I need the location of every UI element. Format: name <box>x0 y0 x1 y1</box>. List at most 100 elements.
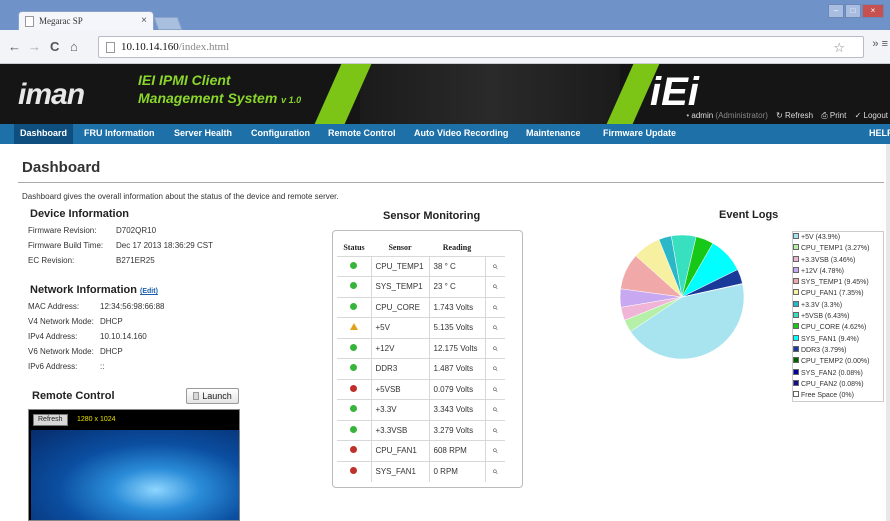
sensor-status-cell <box>337 399 371 420</box>
nav-help[interactable]: HELP <box>869 128 890 138</box>
launch-button[interactable]: Launch <box>186 388 239 404</box>
sensor-name: +12V <box>370 337 429 359</box>
column-header <box>485 239 505 256</box>
preview-refresh-button[interactable]: Refresh <box>33 414 68 426</box>
window-controls: – □ × <box>828 4 884 18</box>
nav-configuration[interactable]: Configuration <box>251 128 310 138</box>
close-tab-icon[interactable]: × <box>141 15 147 26</box>
page-description: Dashboard gives the overall information … <box>22 192 339 201</box>
sensor-reading: 23 ° C <box>428 276 485 297</box>
banner-decoration <box>360 64 620 124</box>
bookmark-star-icon[interactable]: ☆ <box>833 40 845 56</box>
print-link[interactable]: ⎙ Print <box>821 111 846 120</box>
reload-icon[interactable]: C <box>50 39 59 54</box>
legend-item: CPU_TEMP2 (0.00%) <box>793 356 883 367</box>
magnifier-icon[interactable]: ⌕ <box>492 322 498 333</box>
sensor-name: +3.3VSB <box>370 419 429 441</box>
magnifier-icon[interactable]: ⌕ <box>492 404 498 415</box>
magnifier-icon[interactable]: ⌕ <box>492 425 498 436</box>
sensor-name: +5VSB <box>370 378 429 400</box>
legend-item: CPU_FAN1 (7.35%) <box>793 288 883 299</box>
legend-swatch <box>793 233 799 239</box>
username: admin <box>691 111 714 120</box>
minimize-icon[interactable]: – <box>828 4 844 18</box>
nav-maintenance[interactable]: Maintenance <box>526 128 581 138</box>
legend-item: CPU_TEMP1 (3.27%) <box>793 243 883 254</box>
ipv6-value: :: <box>100 362 105 371</box>
column-header: Status <box>343 242 365 252</box>
sensor-status-cell <box>337 358 371 379</box>
magnifier-icon[interactable]: ⌕ <box>492 261 498 272</box>
sensor-status-cell <box>337 460 371 482</box>
legend-swatch <box>793 334 799 341</box>
ec-revision-value: B271ER25 <box>116 256 155 265</box>
preview-resolution: 1280 x 1024 <box>77 416 116 423</box>
legend-label: SYS_FAN1 (9.4%) <box>801 335 859 343</box>
sensor-row: CPU_TEMP1 38 ° C ⌕ <box>337 255 505 277</box>
maximize-icon[interactable]: □ <box>845 4 861 18</box>
product-version: v 1.0 <box>281 95 302 105</box>
nav-fru-information[interactable]: FRU Information <box>84 128 155 138</box>
sensor-reading: 3.343 Volts <box>428 399 485 420</box>
magnifier-icon[interactable]: ⌕ <box>492 343 498 354</box>
nav-dashboard[interactable]: Dashboard <box>14 124 74 144</box>
sensor-details-cell: ⌕ <box>484 378 505 400</box>
sensor-row: DDR3 1.487 Volts ⌕ <box>337 358 505 379</box>
home-icon[interactable]: ⌂ <box>70 39 78 54</box>
v4-mode-label: V4 Network Mode: <box>28 317 94 326</box>
magnifier-icon[interactable]: ⌕ <box>492 363 498 374</box>
legend-swatch <box>793 379 799 386</box>
address-bar[interactable]: 10.10.14.160/index.html ☆ <box>98 36 864 58</box>
legend-label: DDR3 (3.79%) <box>801 346 847 354</box>
legend-swatch <box>793 266 799 273</box>
sensor-details-cell: ⌕ <box>484 419 505 441</box>
remote-control-title: Remote Control <box>32 390 115 402</box>
sensor-name: +3.3V <box>370 399 429 420</box>
new-tab-button[interactable] <box>153 17 183 30</box>
sensor-details-cell: ⌕ <box>484 255 505 277</box>
remote-desktop-screenshot <box>31 430 239 520</box>
ipv6-row: IPv6 Address: :: <box>28 362 104 371</box>
legend-swatch <box>793 323 799 330</box>
nav-auto-video-recording[interactable]: Auto Video Recording <box>414 128 508 138</box>
sensor-reading: 3.279 Volts <box>428 419 485 441</box>
build-time-row: Firmware Build Time: Dec 17 2013 18:36:2… <box>28 241 213 250</box>
legend-swatch <box>793 300 799 307</box>
browser-tab[interactable]: Megarac SP × <box>18 11 154 30</box>
normal-status-icon <box>350 343 358 351</box>
logout-link[interactable]: ✓ Logout <box>855 111 888 120</box>
sensor-table: Status Sensor Reading CPU_TEMP1 38 ° C ⌕ SY… <box>337 239 505 482</box>
tab-title: Megarac SP <box>39 16 83 26</box>
forward-icon[interactable]: → <box>28 39 41 54</box>
remote-preview[interactable]: Refresh 1280 x 1024 <box>28 409 240 521</box>
sensor-status-cell <box>337 419 371 441</box>
refresh-link[interactable]: ↻ Refresh <box>776 111 813 120</box>
magnifier-icon[interactable]: ⌕ <box>492 466 498 477</box>
ipv4-row: IPv4 Address: 10.10.14.160 <box>28 332 147 341</box>
normal-status-icon <box>350 282 358 290</box>
sensor-reading: 0 RPM <box>428 460 485 482</box>
magnifier-icon[interactable]: ⌕ <box>492 384 498 395</box>
page-scrollbar[interactable] <box>886 144 890 521</box>
sensor-row: CPU_CORE 1.743 Volts ⌕ <box>337 296 505 318</box>
app-banner: iman IEI IPMI Client Management System v… <box>0 64 890 124</box>
browser-menu-icon[interactable]: » ≡ <box>872 38 888 50</box>
nav-server-health[interactable]: Server Health <box>174 128 232 138</box>
magnifier-icon[interactable]: ⌕ <box>492 445 498 456</box>
legend-swatch <box>793 255 799 262</box>
edit-network-link[interactable]: (Edit) <box>140 288 158 295</box>
magnifier-icon[interactable]: ⌕ <box>492 302 498 313</box>
close-window-icon[interactable]: × <box>862 4 884 18</box>
sensor-details-cell: ⌕ <box>484 440 505 461</box>
legend-label: CPU_TEMP2 (0.00%) <box>801 358 870 366</box>
user-bar: • admin (Administrator) ↻ Refresh ⎙ Prin… <box>686 111 888 120</box>
legend-item: CPU_CORE (4.62%) <box>793 322 883 333</box>
back-icon[interactable]: ← <box>8 39 21 54</box>
legend-label: +3.3V (3.3%) <box>801 301 843 309</box>
nav-remote-control[interactable]: Remote Control <box>328 128 396 138</box>
legend-item: SYS_FAN1 (9.4%) <box>793 334 883 345</box>
java-icon <box>193 392 200 400</box>
legend-item: SYS_FAN2 (0.08%) <box>793 368 883 379</box>
nav-firmware-update[interactable]: Firmware Update <box>603 128 676 138</box>
magnifier-icon[interactable]: ⌕ <box>492 281 498 292</box>
